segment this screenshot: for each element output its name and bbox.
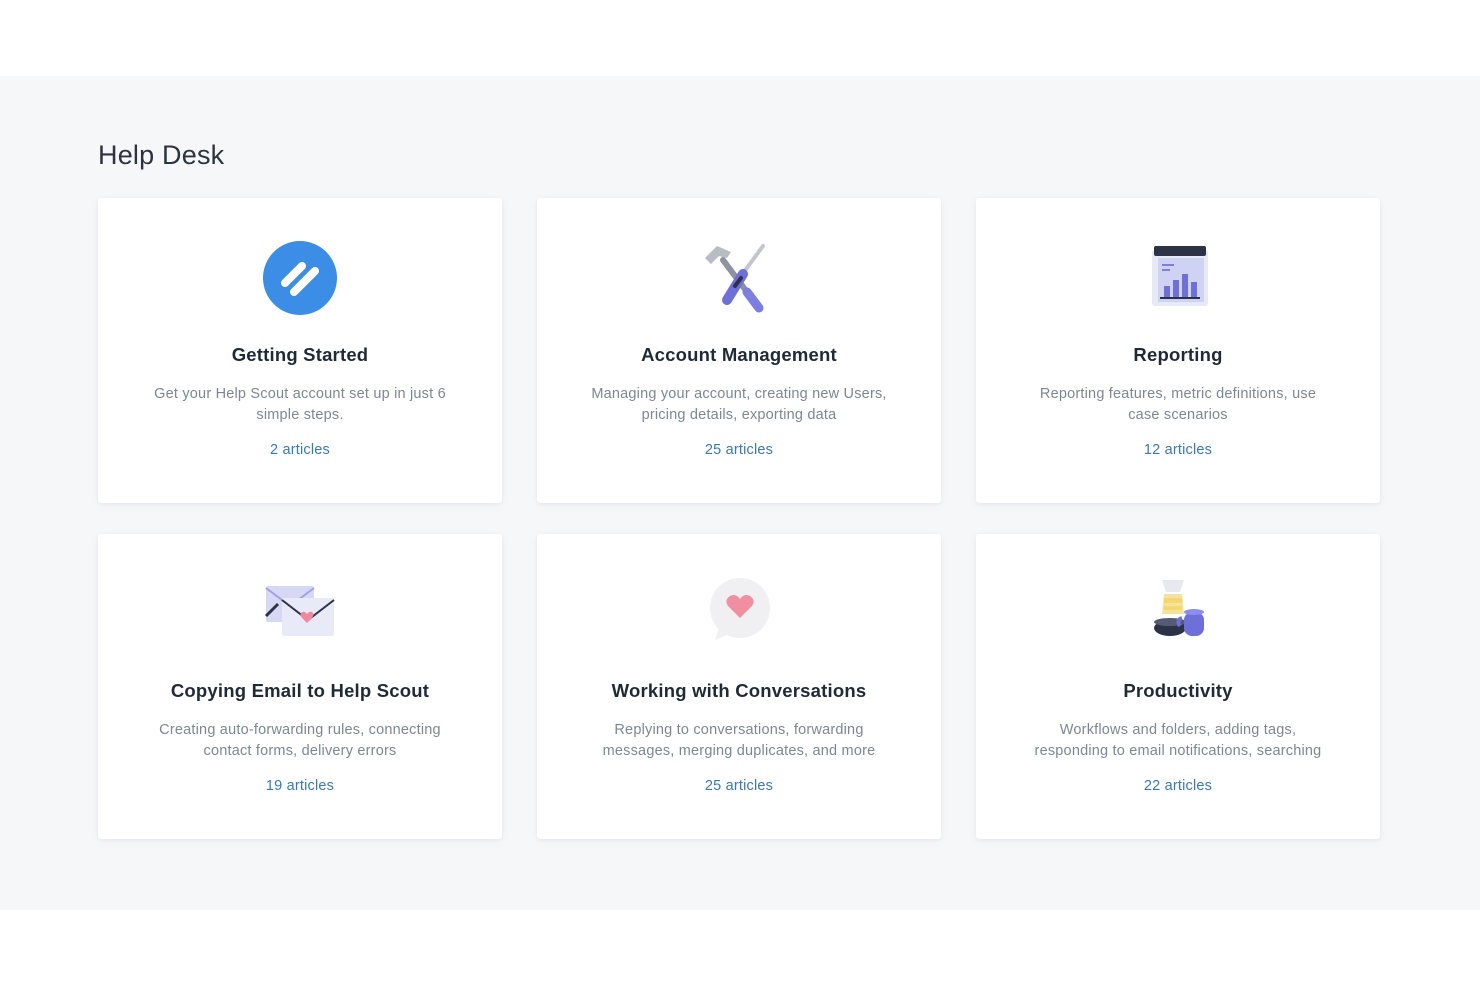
bottom-blank-area: [0, 910, 1480, 987]
article-count-link[interactable]: 12 articles: [996, 442, 1360, 458]
article-count-link[interactable]: 2 articles: [118, 442, 482, 458]
envelope-heart-icon: [258, 572, 342, 656]
card-title: Copying Email to Help Scout: [170, 680, 430, 701]
category-card-productivity[interactable]: Productivity Workflows and folders, addi…: [976, 534, 1380, 839]
section-title: Help Desk: [98, 140, 225, 170]
card-description: Reporting features, metric definitions, …: [1039, 386, 1317, 423]
hammer-screwdriver-icon: [697, 236, 781, 320]
card-title: Getting Started: [231, 344, 369, 365]
category-card-account-management[interactable]: Account Management Managing your account…: [537, 198, 941, 503]
article-count-link[interactable]: 25 articles: [557, 778, 921, 794]
article-count-link[interactable]: 22 articles: [996, 778, 1360, 794]
category-card-working-with-conversations[interactable]: Working with Conversations Replying to c…: [537, 534, 941, 839]
card-title: Reporting: [1133, 344, 1223, 365]
category-card-copying-email[interactable]: Copying Email to Help Scout Creating aut…: [98, 534, 502, 839]
coffee-maker-mug-icon: [1136, 572, 1220, 656]
card-title: Working with Conversations: [611, 680, 867, 701]
calendar-chart-icon: [1136, 236, 1220, 320]
card-title: Productivity: [1123, 680, 1233, 701]
card-description: Replying to conversations, forwarding me…: [602, 722, 876, 759]
card-description: Creating auto-forwarding rules, connecti…: [159, 722, 441, 759]
category-grid: Getting Started Get your Help Scout acco…: [98, 198, 1380, 839]
speech-bubble-heart-icon: [697, 572, 781, 656]
help-scout-logo-icon: [258, 236, 342, 320]
card-description: Workflows and folders, adding tags, resp…: [1034, 722, 1322, 759]
article-count-link[interactable]: 19 articles: [118, 778, 482, 794]
card-description: Get your Help Scout account set up in ju…: [154, 386, 446, 423]
card-title: Account Management: [641, 344, 837, 365]
category-card-getting-started[interactable]: Getting Started Get your Help Scout acco…: [98, 198, 502, 503]
category-card-reporting[interactable]: Reporting Reporting features, metric def…: [976, 198, 1380, 503]
article-count-link[interactable]: 25 articles: [557, 442, 921, 458]
top-blank-area: [0, 0, 1480, 76]
card-description: Managing your account, creating new User…: [591, 386, 887, 423]
